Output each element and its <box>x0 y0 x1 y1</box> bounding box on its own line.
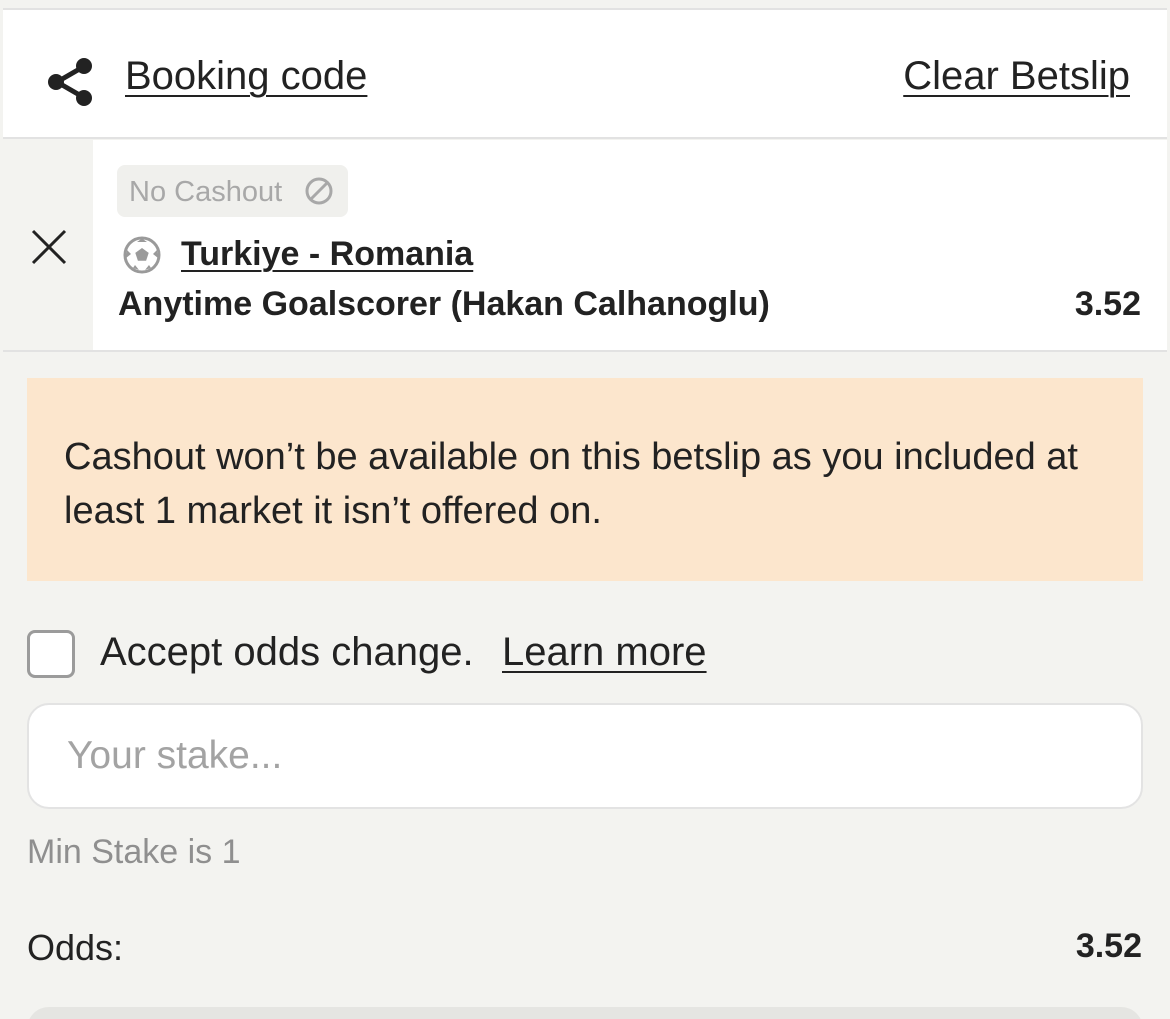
betslip-header: Booking code Clear Betslip <box>3 8 1167 139</box>
min-stake-hint: Min Stake is 1 <box>27 833 241 871</box>
match-link[interactable]: Turkiye - Romania <box>181 235 473 274</box>
remove-selection-area[interactable] <box>3 140 93 350</box>
total-odds-value: 3.52 <box>1075 927 1142 965</box>
no-cashout-label: No Cashout <box>129 176 283 208</box>
market-name: Anytime Goalscorer (Hakan Calhanoglu) <box>118 285 770 323</box>
clear-betslip-link[interactable]: Clear Betslip <box>903 54 1130 99</box>
share-icon[interactable] <box>43 54 99 110</box>
bet-selection: No Cashout Turkiye - Romania Anytime Goa… <box>3 140 1167 352</box>
soccer-ball-icon <box>123 236 161 274</box>
accept-odds-checkbox[interactable] <box>27 630 75 678</box>
booking-code-link[interactable]: Booking code <box>125 54 367 99</box>
selection-odds: 3.52 <box>1074 285 1141 323</box>
stake-input[interactable] <box>27 703 1143 809</box>
cashout-warning: Cashout won’t be available on this betsl… <box>27 378 1143 581</box>
odds-label: Odds: <box>27 927 124 968</box>
learn-more-link[interactable]: Learn more <box>502 630 707 675</box>
place-bet-button[interactable] <box>27 1007 1143 1019</box>
prohibited-icon <box>305 177 333 205</box>
close-icon[interactable] <box>30 228 68 266</box>
accept-odds-label[interactable]: Accept odds change. <box>100 630 474 675</box>
no-cashout-badge: No Cashout <box>117 165 348 217</box>
